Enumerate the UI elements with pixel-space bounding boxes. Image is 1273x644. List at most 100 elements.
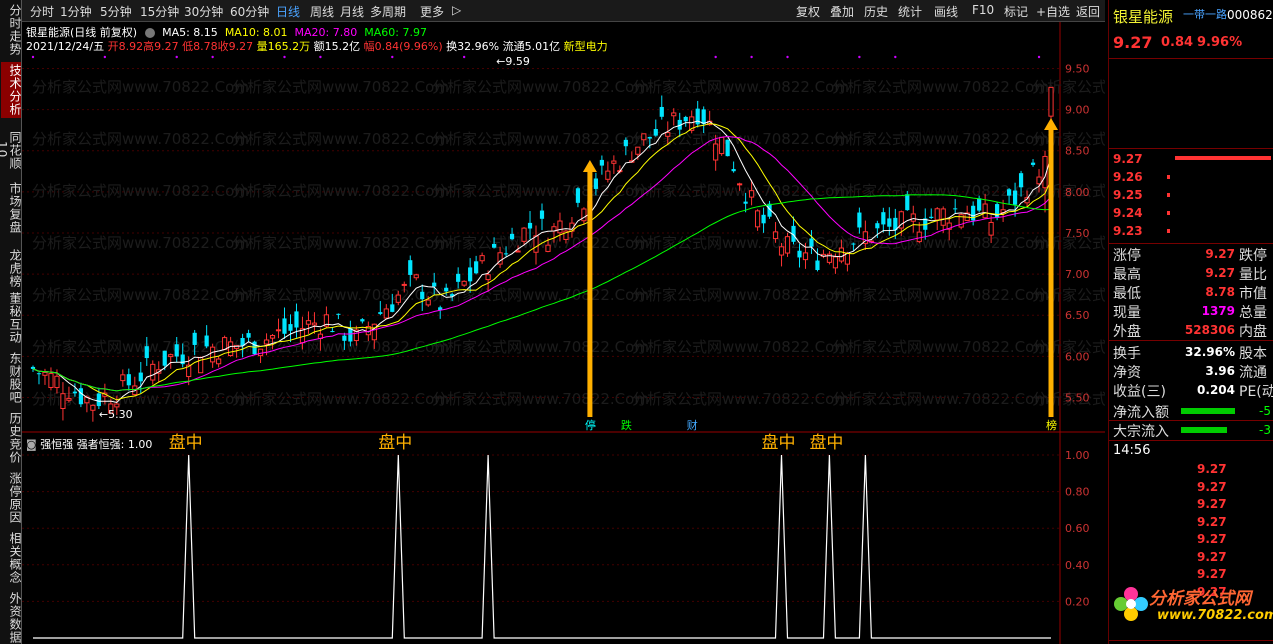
left-tab-8[interactable]: 涨停原因	[1, 470, 22, 526]
candle[interactable]	[222, 335, 228, 351]
period-tab-9[interactable]: 多周期	[370, 3, 406, 20]
left-tab-7[interactable]: 历史竞价	[1, 410, 22, 466]
candle[interactable]	[575, 187, 581, 208]
candle[interactable]	[413, 273, 419, 281]
toolbar-button-6[interactable]: 标记	[1004, 3, 1028, 20]
candle[interactable]	[659, 95, 664, 120]
left-tab-1[interactable]: 技术分析	[1, 62, 22, 118]
left-tab-9[interactable]: 相关概念	[1, 530, 22, 586]
candle[interactable]	[252, 340, 257, 356]
candle[interactable]	[958, 213, 964, 230]
candle[interactable]	[48, 367, 54, 391]
candle[interactable]	[539, 203, 545, 231]
candle[interactable]	[30, 365, 36, 372]
candle[interactable]	[725, 139, 730, 157]
candle[interactable]	[216, 356, 222, 368]
period-tab-3[interactable]: 15分钟	[140, 3, 179, 20]
candle[interactable]	[132, 376, 138, 397]
indicator-chart[interactable]: 1.000.800.600.400.20盘中 盘中 盘中 盘中	[22, 433, 1105, 644]
left-tab-2[interactable]: 同花顺10	[0, 122, 22, 178]
candle[interactable]	[168, 353, 174, 369]
candle[interactable]	[126, 368, 131, 391]
quote-concept-tag[interactable]: 一带一路	[1183, 6, 1227, 22]
signal-dot	[462, 55, 466, 59]
toolbar-button-0[interactable]: 复权	[796, 3, 820, 20]
left-tab-4[interactable]: 龙虎榜	[1, 240, 22, 296]
left-tab-5[interactable]: 董秘互动	[1, 290, 22, 346]
candle[interactable]	[257, 348, 264, 364]
toolbar-button-5[interactable]: F10	[972, 3, 994, 17]
candle[interactable]	[653, 119, 658, 137]
period-tab-2[interactable]: 5分钟	[100, 3, 132, 20]
candle[interactable]	[929, 208, 934, 220]
candle[interactable]	[383, 304, 389, 319]
candle[interactable]	[90, 404, 96, 422]
candle[interactable]	[953, 198, 958, 214]
candle[interactable]	[336, 313, 341, 320]
candle[interactable]	[36, 372, 42, 385]
left-tab-10[interactable]: 外资数据	[1, 590, 22, 644]
candle[interactable]	[887, 207, 892, 236]
candle[interactable]	[683, 115, 688, 127]
period-tab-4[interactable]: 30分钟	[184, 3, 223, 20]
period-tab-7[interactable]: 周线	[310, 3, 334, 20]
candle[interactable]	[761, 207, 766, 233]
candle[interactable]	[438, 305, 443, 319]
more-chevron-icon[interactable]: ▷	[452, 3, 461, 17]
period-tab-0[interactable]: 分时	[30, 3, 54, 20]
toolbar-button-4[interactable]: 画线	[934, 3, 958, 20]
period-tab-10[interactable]: 更多	[420, 3, 444, 20]
candle[interactable]	[360, 318, 365, 324]
toolbar-button-8[interactable]: 返回	[1076, 3, 1100, 20]
event-tag[interactable]: 停	[585, 418, 596, 432]
toolbar-button-2[interactable]: 历史	[864, 3, 888, 20]
period-tab-5[interactable]: 60分钟	[230, 3, 269, 20]
candle[interactable]	[60, 382, 66, 421]
candle[interactable]	[695, 100, 700, 128]
candle[interactable]	[509, 227, 515, 241]
candle[interactable]	[754, 209, 761, 231]
candle[interactable]	[282, 307, 287, 339]
candle[interactable]	[78, 382, 83, 408]
candle[interactable]	[844, 251, 850, 272]
candle[interactable]	[857, 207, 862, 234]
left-tab-3[interactable]: 市场复盘	[1, 180, 22, 236]
candle[interactable]	[778, 242, 785, 267]
candle[interactable]	[1030, 159, 1036, 167]
candle[interactable]	[599, 155, 604, 175]
candle[interactable]	[671, 108, 677, 126]
toolbar-button-7[interactable]: +自选	[1036, 3, 1070, 20]
candle[interactable]	[784, 232, 791, 257]
event-tag[interactable]: 榜	[1046, 418, 1057, 432]
candle[interactable]	[533, 225, 539, 265]
kline-chart[interactable]: 分析家公式网www.70822.Com分析家公式网www.70822.Com分析…	[22, 22, 1105, 433]
period-tab-6[interactable]: 日线	[276, 3, 300, 20]
candle[interactable]	[150, 360, 156, 385]
period-tab-8[interactable]: 月线	[340, 3, 364, 20]
candle[interactable]	[719, 136, 725, 156]
toolbar-button-1[interactable]: 叠加	[830, 3, 854, 20]
candle[interactable]	[605, 161, 611, 183]
candle[interactable]	[120, 369, 126, 387]
candle[interactable]	[474, 255, 479, 275]
toolbar-button-3[interactable]: 统计	[898, 3, 922, 20]
event-tag[interactable]: 财	[687, 418, 698, 432]
candle[interactable]	[611, 155, 617, 174]
candle[interactable]	[826, 251, 833, 265]
candle[interactable]	[479, 252, 485, 264]
watermark-text: 分析家公式网www.70822.Com	[232, 390, 449, 408]
candle[interactable]	[198, 356, 204, 374]
candle[interactable]	[210, 343, 216, 368]
left-tab-6[interactable]: 东财股吧	[1, 350, 22, 406]
candle[interactable]	[731, 161, 736, 173]
candle[interactable]	[934, 207, 940, 231]
candle[interactable]	[275, 318, 282, 339]
period-tab-1[interactable]: 1分钟	[60, 3, 92, 20]
candle[interactable]	[305, 311, 312, 334]
candle[interactable]	[408, 255, 413, 287]
indicator-menu-icon[interactable]: ◙	[26, 438, 37, 451]
event-tag[interactable]: 跌	[621, 418, 632, 432]
candle[interactable]	[204, 325, 209, 349]
left-tab-0[interactable]: 分时走势	[1, 2, 22, 58]
candle[interactable]	[881, 207, 886, 233]
